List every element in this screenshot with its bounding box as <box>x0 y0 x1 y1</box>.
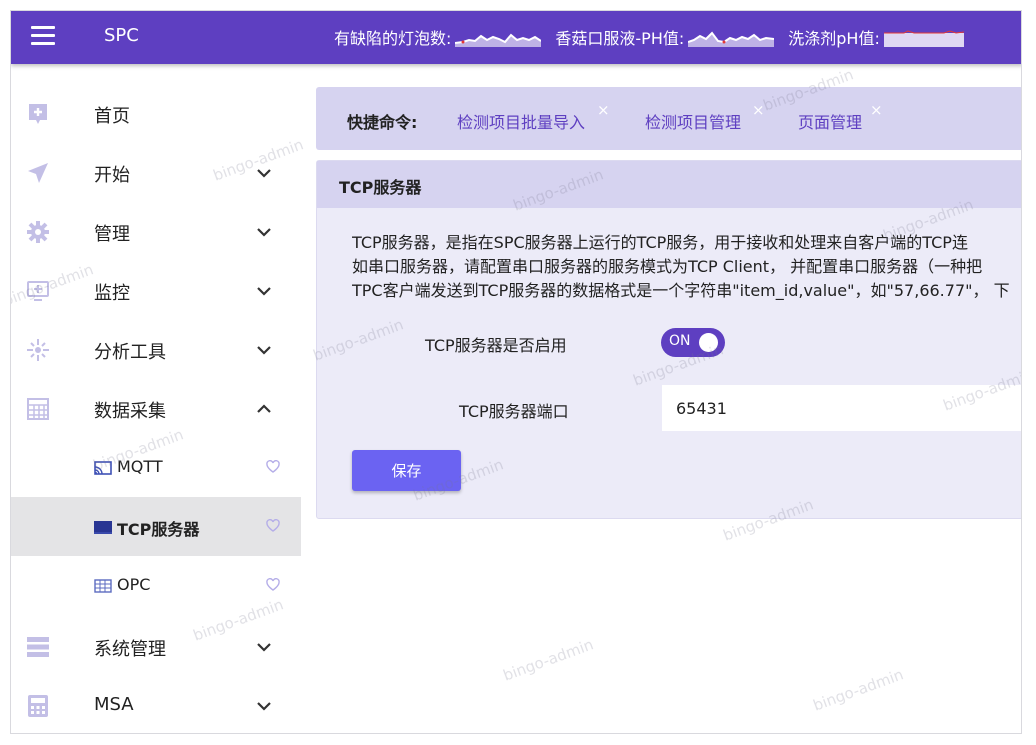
sidebar-subitem-label: MQTT <box>117 457 163 476</box>
sidebar-item-label: 分析工具 <box>94 342 166 363</box>
chevron-down-icon[interactable] <box>254 281 274 301</box>
calculator-icon <box>25 694 51 718</box>
description-line: TCP服务器，是指在SPC服务器上运行的TCP服务，用于接收和处理来自客户端的T… <box>352 233 968 252</box>
port-label: TCP服务器端口 <box>459 402 569 421</box>
sidebar-subitem-tcp-server[interactable]: TCP服务器 <box>11 497 301 556</box>
enable-toggle[interactable]: ON <box>661 328 725 357</box>
sparkline-icon <box>688 31 775 47</box>
sidebar: 首页 开始 管理 监控 分析工具 数据采集 MQTT TCP服务器 OPC 系统… <box>11 64 301 733</box>
gear-icon <box>25 220 51 244</box>
send-icon <box>25 161 51 185</box>
chevron-down-icon[interactable] <box>254 637 274 657</box>
sidebar-item-label: 首页 <box>94 106 130 127</box>
hamburger-menu-icon[interactable] <box>31 26 55 48</box>
chevron-down-icon[interactable] <box>254 340 274 360</box>
close-icon[interactable]: × <box>752 101 765 119</box>
quick-link-page-management[interactable]: 页面管理 <box>798 109 862 133</box>
heart-icon[interactable] <box>266 519 280 533</box>
screen-icon <box>94 521 112 534</box>
watermark: bingo-admin <box>810 665 906 715</box>
save-button[interactable]: 保存 <box>352 450 461 491</box>
sidebar-item-analysis-tools[interactable]: 分析工具 <box>11 320 301 379</box>
close-icon[interactable]: × <box>597 101 610 119</box>
sidebar-item-monitor[interactable]: 监控 <box>11 261 301 320</box>
grid-icon <box>25 397 51 421</box>
stack-icon <box>25 635 51 659</box>
description-line: 如串口服务器，请配置串口服务器的服务模式为TCP Client， 并配置串口服务… <box>352 257 983 276</box>
toggle-knob <box>699 333 718 352</box>
sidebar-item-data-collection[interactable]: 数据采集 <box>11 379 301 438</box>
heart-icon[interactable] <box>266 578 280 592</box>
sidebar-item-label: 数据采集 <box>94 401 166 422</box>
panel-header: TCP服务器 <box>317 161 1021 208</box>
sidebar-item-label: 管理 <box>94 224 130 245</box>
top-app-bar: SPC 有缺陷的灯泡数: 香菇口服液-PH值: 洗涤剂pH值: <box>11 11 1021 64</box>
sidebar-item-home[interactable]: 首页 <box>11 84 301 143</box>
sidebar-subitem-label: OPC <box>117 575 151 594</box>
sidebar-item-manage[interactable]: 管理 <box>11 202 301 261</box>
sidebar-item-label: 监控 <box>94 283 130 304</box>
sidebar-subitem-mqtt[interactable]: MQTT <box>11 438 301 497</box>
sidebar-item-system-management[interactable]: 系统管理 <box>11 617 301 676</box>
sparkle-icon <box>25 338 51 362</box>
sidebar-item-start[interactable]: 开始 <box>11 143 301 202</box>
tcp-server-panel: TCP服务器 TCP服务器，是指在SPC服务器上运行的TCP服务，用于接收和处理… <box>316 160 1021 519</box>
metric-defective-bulbs[interactable]: 有缺陷的灯泡数: <box>334 25 542 49</box>
chevron-down-icon[interactable] <box>254 696 274 716</box>
metric-mushroom-ph[interactable]: 香菇口服液-PH值: <box>555 25 775 49</box>
chevron-down-icon[interactable] <box>254 163 274 183</box>
sidebar-item-label: MSA <box>94 694 134 715</box>
toggle-text: ON <box>669 333 691 349</box>
home-card-icon <box>25 102 51 126</box>
panel-description: TCP服务器，是指在SPC服务器上运行的TCP服务，用于接收和处理来自客户端的T… <box>352 231 1021 303</box>
metric-label: 有缺陷的灯泡数: <box>334 29 452 48</box>
quick-link-batch-import[interactable]: 检测项目批量导入 <box>457 109 585 133</box>
sidebar-subitem-opc[interactable]: OPC <box>11 556 301 615</box>
monitor-icon <box>25 279 51 303</box>
sparkline-icon <box>455 33 542 47</box>
sidebar-item-label: 系统管理 <box>94 639 166 660</box>
watermark: bingo-admin <box>500 635 596 685</box>
sidebar-item-msa[interactable]: MSA <box>11 676 301 733</box>
heart-icon[interactable] <box>266 460 280 474</box>
metric-detergent-ph[interactable]: 洗涤剂pH值: <box>788 25 964 49</box>
metric-label: 洗涤剂pH值: <box>788 29 880 48</box>
app-window: SPC 有缺陷的灯泡数: 香菇口服液-PH值: 洗涤剂pH值: 首页 开始 管理… <box>10 10 1022 734</box>
chevron-up-icon[interactable] <box>254 399 274 419</box>
sidebar-subitem-label: TCP服务器 <box>117 520 200 539</box>
quick-link-item-management[interactable]: 检测项目管理 <box>645 109 741 133</box>
metrics-ticker: 有缺陷的灯泡数: 香菇口服液-PH值: 洗涤剂pH值: <box>334 24 978 50</box>
close-icon[interactable]: × <box>870 101 883 119</box>
sparkline-icon <box>883 30 964 47</box>
panel-title: TCP服务器 <box>339 178 422 197</box>
enable-label: TCP服务器是否启用 <box>425 336 567 355</box>
metric-label: 香菇口服液-PH值: <box>555 29 685 48</box>
port-input[interactable] <box>662 385 1021 431</box>
quick-commands-bar: 快捷命令: 检测项目批量导入 × 检测项目管理 × 页面管理 × <box>316 87 1021 150</box>
description-line: TPC客户端发送到TCP服务器的数据格式是一个字符串"item_id,value… <box>352 281 1010 300</box>
app-title: SPC <box>104 25 139 46</box>
cast-icon <box>94 461 112 475</box>
table-icon <box>94 579 112 593</box>
sidebar-item-label: 开始 <box>94 165 130 186</box>
chevron-down-icon[interactable] <box>254 222 274 242</box>
quick-commands-label: 快捷命令: <box>347 113 418 132</box>
